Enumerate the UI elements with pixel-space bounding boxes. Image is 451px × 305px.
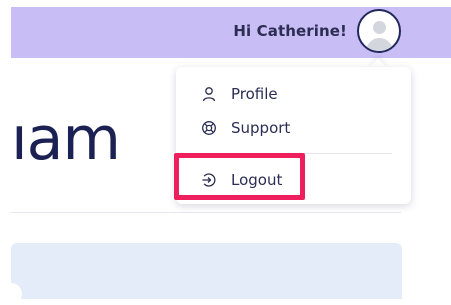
panel-corner-cutout — [0, 283, 22, 305]
menu-item-label: Profile — [231, 85, 278, 103]
menu-item-support[interactable]: Support — [201, 117, 290, 139]
menu-item-profile[interactable]: Profile — [201, 83, 278, 105]
content-divider — [11, 212, 401, 213]
avatar-body-shape — [366, 38, 393, 51]
support-lifebuoy-icon — [201, 120, 217, 136]
user-icon — [201, 86, 217, 102]
page-title: ıam — [11, 104, 121, 174]
user-greeting: Hi Catherine! — [233, 22, 347, 40]
content-panel — [11, 243, 402, 299]
logout-highlight-box — [174, 153, 305, 200]
avatar-head-shape — [373, 21, 386, 34]
user-avatar-icon[interactable] — [357, 9, 401, 53]
menu-item-label: Support — [231, 119, 291, 137]
